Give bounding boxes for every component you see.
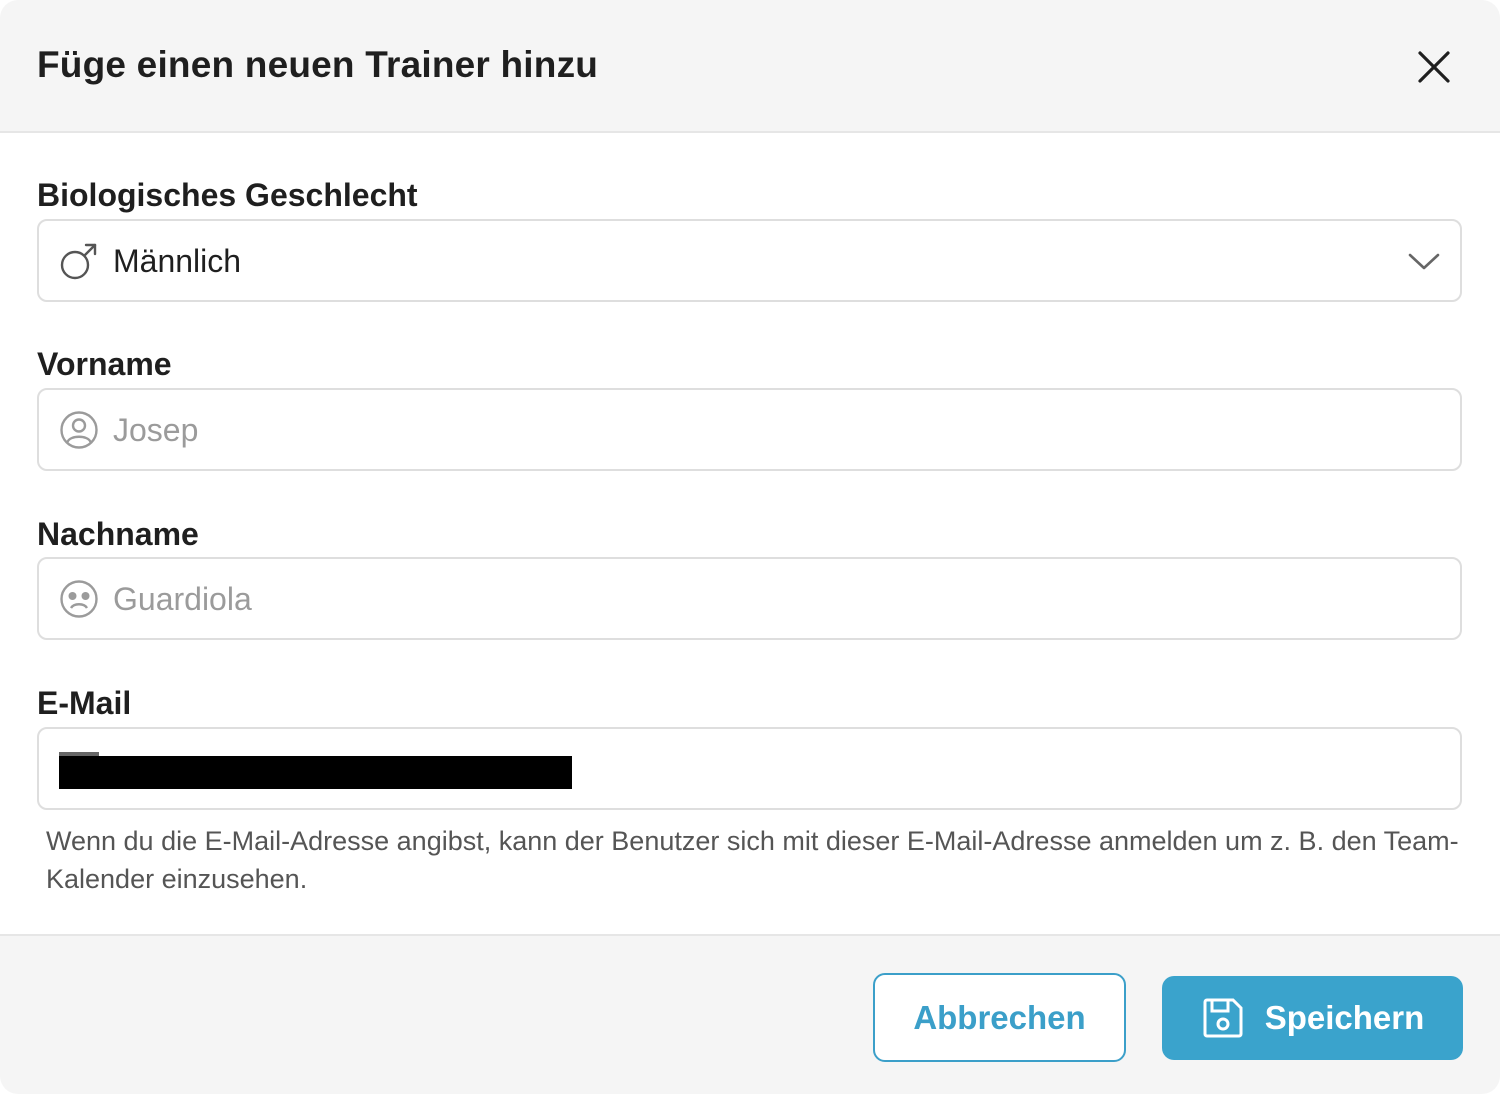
chevron-down-icon (1404, 243, 1444, 279)
dialog-title: Füge einen neuen Trainer hinzu (37, 44, 599, 85)
gender-label: Biologisches Geschlecht (37, 177, 418, 213)
dialog-footer: Abbrechen Speichern (0, 934, 1500, 1094)
user-circle-icon (59, 410, 99, 450)
email-label: E-Mail (37, 685, 132, 721)
first-name-placeholder: Josep (113, 412, 199, 448)
save-button-label: Speichern (1264, 999, 1425, 1036)
close-icon (1418, 51, 1450, 83)
save-button[interactable]: Speichern (1162, 976, 1463, 1060)
redacted-email-value (59, 756, 572, 789)
add-trainer-dialog: Füge einen neuen Trainer hinzu Biologisc… (0, 0, 1500, 1094)
last-name-placeholder: Guardiola (113, 581, 252, 617)
floppy-disk-icon (1201, 996, 1245, 1040)
male-symbol-icon (59, 241, 99, 281)
gender-value: Männlich (113, 243, 242, 279)
dialog-header: Füge einen neuen Trainer hinzu (0, 0, 1500, 133)
face-icon (59, 579, 99, 619)
last-name-label: Nachname (37, 516, 199, 552)
email-field[interactable] (37, 727, 1462, 810)
email-helper-text: Wenn du die E-Mail-Adresse angibst, kann… (46, 826, 1459, 894)
cancel-button-label: Abbrechen (913, 998, 1086, 1036)
first-name-field[interactable]: Josep (37, 388, 1462, 471)
gender-select[interactable]: Männlich (37, 219, 1462, 302)
last-name-field[interactable]: Guardiola (37, 557, 1462, 640)
cancel-button[interactable]: Abbrechen (873, 973, 1126, 1062)
close-button[interactable] (1411, 44, 1457, 90)
first-name-label: Vorname (37, 346, 172, 382)
